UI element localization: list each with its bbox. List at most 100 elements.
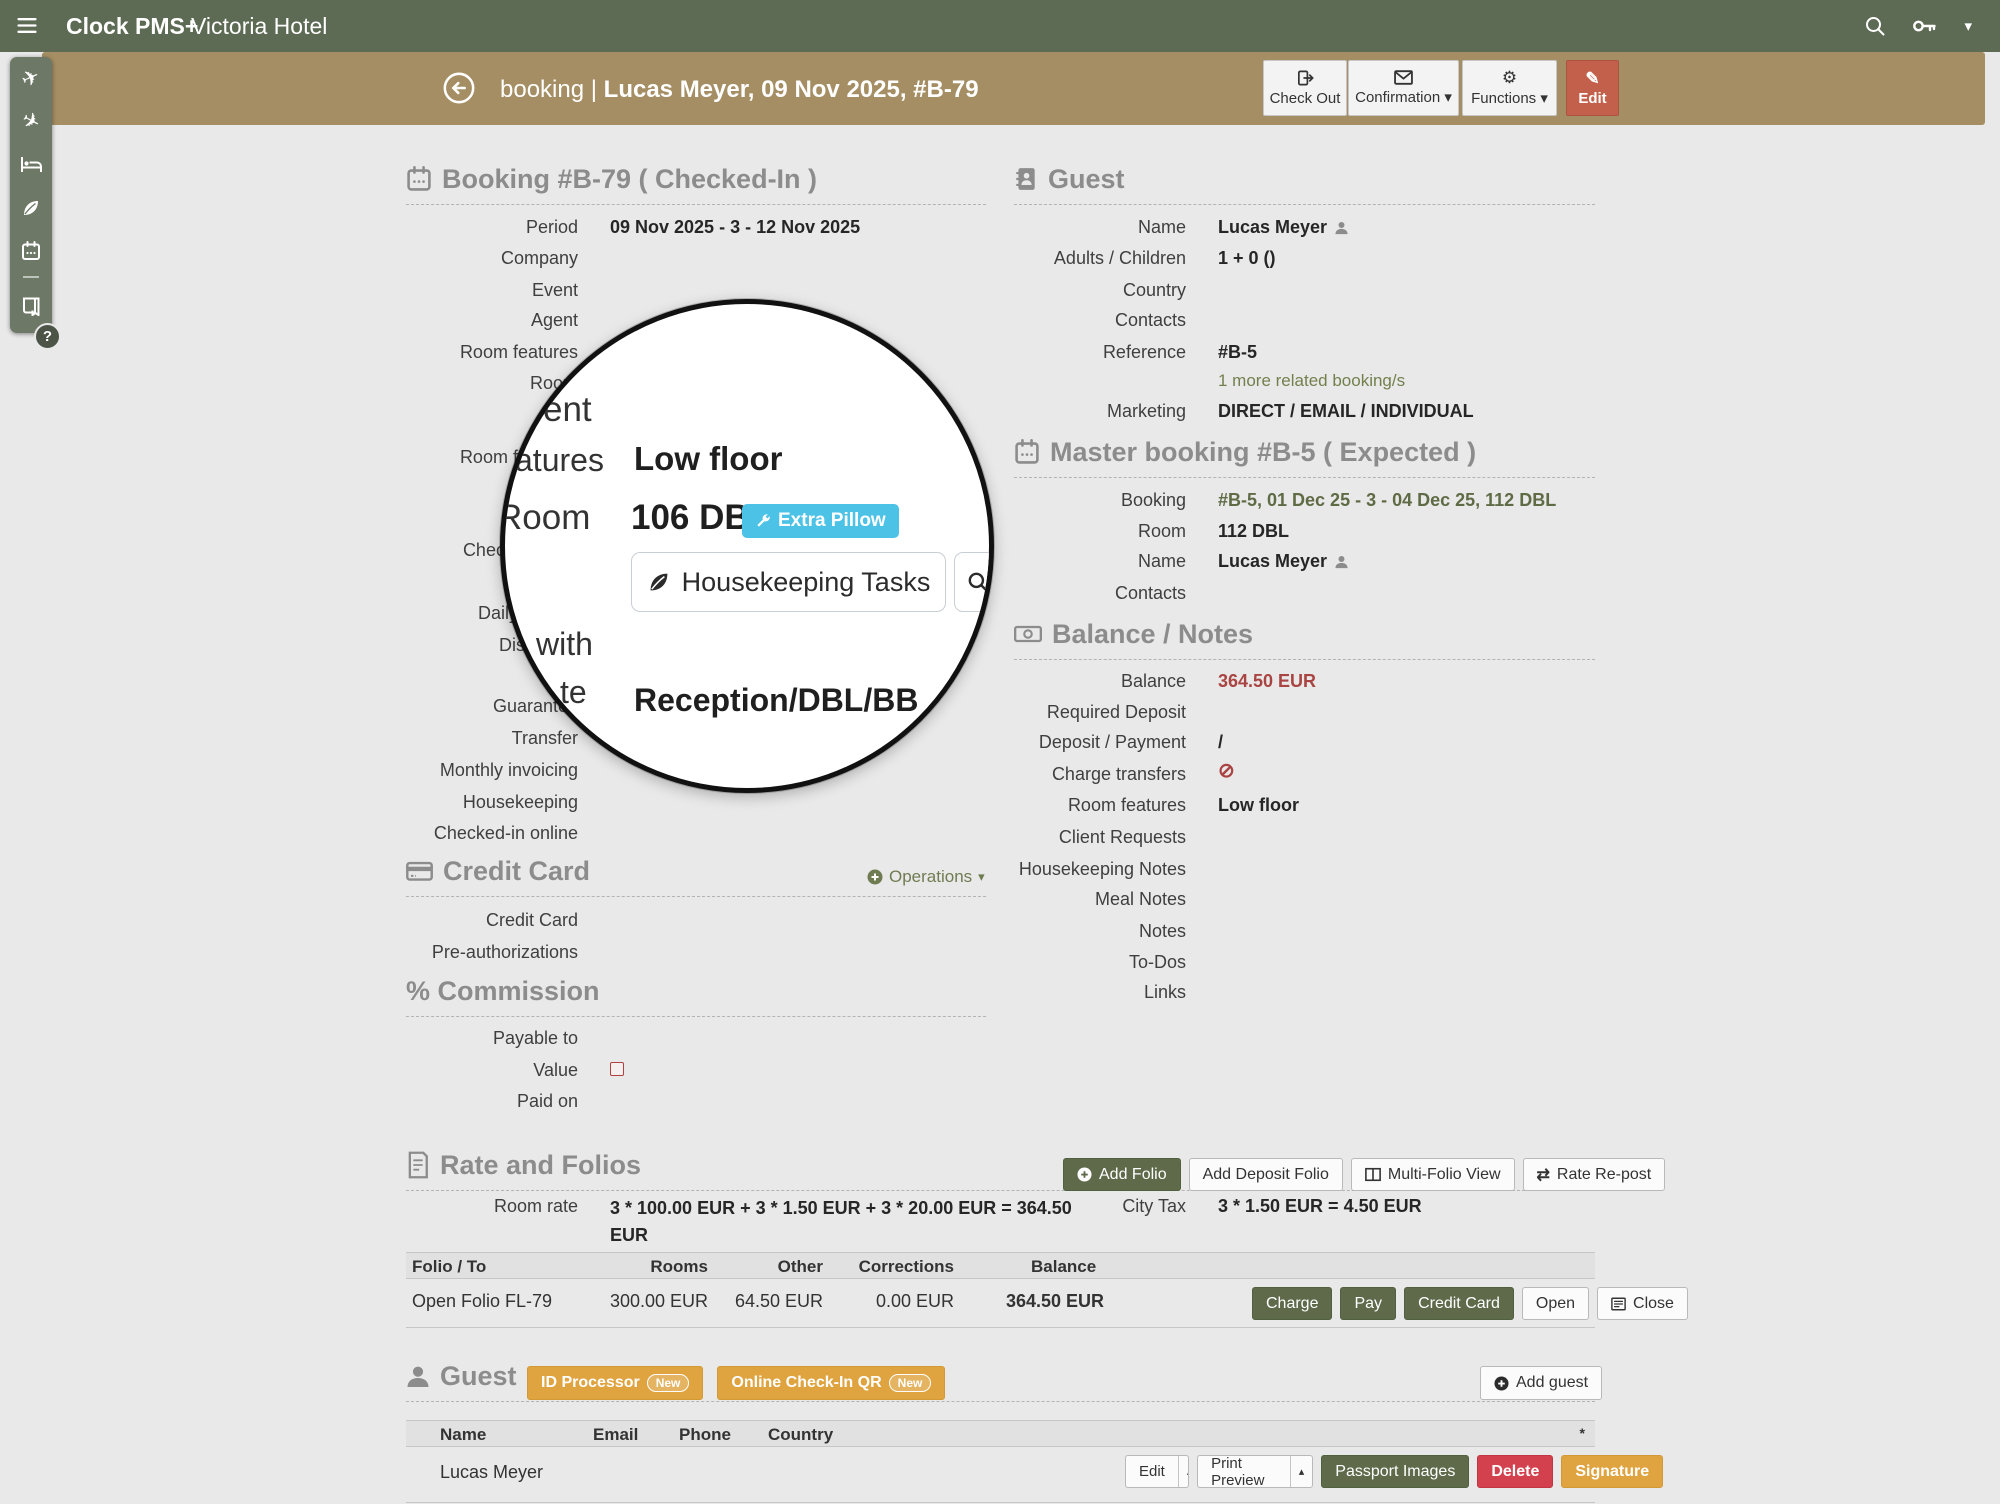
city-tax-value: 3 * 1.50 EUR = 4.50 EUR	[1218, 1195, 1422, 1217]
links-label: Links	[1014, 981, 1186, 1003]
check-out-icon	[1296, 69, 1315, 87]
housekeeping-tasks-button[interactable]: Housekeeping Tasks	[631, 552, 946, 612]
magnified-rate-plan: Reception/DBL/BB	[634, 682, 918, 719]
account-caret-icon[interactable]: ▾	[1964, 17, 1972, 35]
print-preview-split-button[interactable]: Print Preview ▴	[1197, 1455, 1313, 1488]
rate-repost-button[interactable]: ⇄ Rate Re-post	[1523, 1158, 1666, 1191]
marketing-label: Marketing	[1014, 400, 1186, 422]
sidebar-item-arrivals[interactable]: ✈	[10, 100, 52, 143]
room-features-label: Room features	[406, 341, 578, 363]
search-icon[interactable]	[1864, 15, 1886, 37]
menu-icon[interactable]	[16, 16, 38, 35]
company-label: Company	[406, 247, 578, 269]
person-icon	[1334, 221, 1349, 235]
master-name-value: Lucas Meyer	[1218, 550, 1349, 572]
operations-caret-icon: ▾	[978, 869, 985, 885]
commission-section-heading: % Commission	[406, 975, 986, 1017]
folio-to-header: Folio / To	[412, 1257, 486, 1277]
back-icon[interactable]	[442, 71, 476, 105]
contacts-label: Contacts	[1014, 309, 1186, 331]
help-button[interactable]: ?	[34, 323, 61, 350]
receipt-icon	[406, 1151, 430, 1179]
delete-label: Delete	[1491, 1463, 1539, 1481]
folio-credit-card-button[interactable]: Credit Card	[1404, 1287, 1514, 1320]
open-button[interactable]: Open	[1522, 1287, 1589, 1320]
passport-images-button[interactable]: Passport Images	[1321, 1455, 1469, 1488]
phone-header: Phone	[679, 1425, 731, 1445]
commission-value-checkbox[interactable]	[610, 1062, 624, 1076]
key-icon[interactable]	[1912, 17, 1938, 35]
folio-other-value: 64.50 EUR	[706, 1291, 823, 1312]
rate-folios-heading-text: Rate and Folios	[440, 1149, 641, 1181]
sidebar-item-departures[interactable]: ✈	[10, 57, 52, 100]
folio-credit-card-label: Credit Card	[1418, 1295, 1500, 1313]
country-label: Country	[1014, 279, 1186, 301]
sidebar-item-housekeeping[interactable]	[10, 186, 52, 229]
required-deposit-label: Required Deposit	[1014, 701, 1186, 723]
hotel-name: Victoria Hotel	[191, 13, 327, 40]
master-booking-link[interactable]: #B-5, 01 Dec 25 - 3 - 04 Dec 25, 112 DBL	[1218, 489, 1556, 511]
edit-guest-split-button[interactable]: Edit ▴	[1125, 1455, 1189, 1488]
add-folio-button[interactable]: Add Folio	[1063, 1158, 1181, 1191]
master-booking-section-heading: Master booking #B-5 ( Expected )	[1014, 436, 1595, 478]
charge-transfers-blocked-icon: ⊘	[1218, 760, 1235, 782]
credit-card-label: Credit Card	[406, 909, 578, 931]
guest-row-name: Lucas Meyer	[440, 1462, 543, 1483]
banknote-icon	[1014, 623, 1042, 645]
booking-section-heading: Booking #B-79 ( Checked-In )	[406, 163, 986, 205]
operations-dropdown[interactable]: Operations ▾	[867, 867, 985, 887]
check-out-button[interactable]: Check Out	[1263, 60, 1347, 116]
app-brand: Clock PMS+	[66, 13, 198, 40]
event-label: Event	[406, 279, 578, 301]
add-deposit-folio-button[interactable]: Add Deposit Folio	[1189, 1158, 1343, 1191]
agent-label: Agent	[406, 309, 578, 331]
functions-label: Functions ▾	[1471, 89, 1548, 107]
print-preview-caret-up-icon[interactable]: ▴	[1290, 1456, 1313, 1487]
other-header: Other	[706, 1257, 823, 1277]
sidebar-item-in-house[interactable]	[10, 143, 52, 186]
pay-label: Pay	[1354, 1295, 1382, 1313]
room-search-button[interactable]	[954, 552, 994, 612]
related-bookings-link[interactable]: 1 more related booking/s	[1218, 370, 1405, 392]
guest-card-icon	[1014, 166, 1038, 192]
print-preview-label: Print Preview	[1198, 1456, 1290, 1487]
guest-section-heading: Guest	[1014, 163, 1595, 205]
add-guest-button[interactable]: Add guest	[1480, 1366, 1602, 1400]
confirmation-label: Confirmation ▾	[1355, 88, 1452, 106]
online-checkin-qr-button[interactable]: Online Check-In QR New	[717, 1366, 945, 1400]
signature-button[interactable]: Signature	[1561, 1455, 1663, 1488]
multi-folio-view-button[interactable]: Multi-Folio View	[1351, 1158, 1515, 1191]
tool-sidebar: ✈ ✈	[10, 57, 52, 333]
id-processor-label: ID Processor	[541, 1374, 640, 1392]
magnified-room-features-value: Low floor	[634, 440, 782, 478]
charge-button[interactable]: Charge	[1252, 1287, 1332, 1320]
person-icon	[1334, 555, 1349, 569]
sidebar-item-bookings[interactable]	[10, 284, 52, 327]
corrections-header: Corrections	[836, 1257, 954, 1277]
edit-label: Edit	[1578, 90, 1606, 107]
close-label: Close	[1633, 1295, 1674, 1313]
guest-list-heading-text: Guest	[440, 1360, 517, 1392]
edit-caret-up-icon[interactable]: ▴	[1178, 1456, 1189, 1487]
magnified-room-label: Room	[500, 498, 590, 538]
pay-button[interactable]: Pay	[1340, 1287, 1396, 1320]
confirmation-button[interactable]: Confirmation ▾	[1348, 60, 1459, 116]
book-icon	[21, 295, 41, 316]
sidebar-item-calendar[interactable]	[10, 229, 52, 272]
city-tax-label: City Tax	[1014, 1195, 1186, 1217]
wrench-icon	[755, 513, 771, 529]
housekeeping-notes-label: Housekeeping Notes	[1014, 858, 1186, 880]
notes-label: Notes	[1014, 920, 1186, 942]
multi-folio-icon	[1365, 1167, 1381, 1182]
id-processor-button[interactable]: ID Processor New	[527, 1366, 703, 1400]
deposit-payment-value: /	[1218, 731, 1223, 753]
close-note-icon	[1611, 1297, 1626, 1311]
guest-name-label: Name	[1014, 216, 1186, 238]
page-title-main: Lucas Meyer, 09 Nov 2025, #B-79	[604, 76, 979, 103]
open-folio-link[interactable]: Open Folio FL-79	[412, 1291, 552, 1312]
question-icon: ?	[43, 328, 52, 345]
functions-button[interactable]: ⚙ Functions ▾	[1462, 60, 1557, 116]
edit-button[interactable]: ✎ Edit	[1566, 60, 1619, 116]
close-button[interactable]: Close	[1597, 1287, 1688, 1320]
delete-guest-button[interactable]: Delete	[1477, 1455, 1553, 1488]
